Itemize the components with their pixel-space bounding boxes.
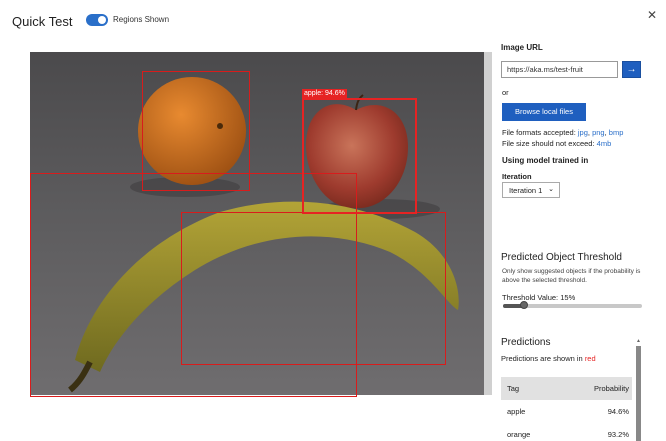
cell-probability: 93.2% bbox=[607, 430, 629, 439]
close-icon[interactable]: ✕ bbox=[647, 9, 657, 21]
threshold-heading: Predicted Object Threshold bbox=[501, 252, 622, 263]
regions-toggle-label: Regions Shown bbox=[113, 15, 170, 24]
column-header-probability: Probability bbox=[593, 384, 629, 393]
regions-toggle[interactable] bbox=[86, 14, 108, 26]
or-text: or bbox=[502, 88, 509, 97]
threshold-description-2: above the selected threshold. bbox=[502, 277, 587, 284]
format-bmp[interactable]: bmp bbox=[609, 128, 624, 137]
chevron-down-icon: ⌄ bbox=[548, 186, 554, 193]
threshold-value-label: Threshold Value: 15% bbox=[502, 293, 576, 302]
predictions-scroll-thumb[interactable] bbox=[636, 346, 641, 441]
image-url-label: Image URL bbox=[501, 43, 543, 52]
detection-label-apple: apple: 94.6% bbox=[302, 89, 347, 98]
threshold-slider-thumb[interactable] bbox=[519, 301, 528, 309]
model-label: Using model trained in bbox=[502, 156, 589, 165]
table-row: apple 94.6% bbox=[501, 400, 632, 423]
column-header-tag: Tag bbox=[507, 384, 520, 393]
predictions-heading: Predictions bbox=[501, 337, 551, 348]
predictions-note-text: Predictions are shown in bbox=[501, 354, 583, 363]
cell-tag: orange bbox=[507, 430, 531, 439]
image-url-input[interactable] bbox=[501, 61, 618, 78]
detection-box-banana-small bbox=[181, 212, 446, 365]
file-formats-prefix: File formats accepted: bbox=[502, 128, 576, 137]
format-png[interactable]: png bbox=[592, 128, 605, 137]
file-formats-text: File formats accepted: jpg, png, bmp bbox=[502, 128, 624, 137]
submit-url-button[interactable]: → bbox=[622, 61, 641, 78]
format-jpg[interactable]: jpg bbox=[578, 128, 588, 137]
predictions-scrollbar[interactable]: ▲ bbox=[636, 338, 641, 441]
table-header: Tag Probability bbox=[501, 377, 632, 400]
file-size-value: 4mb bbox=[596, 139, 612, 148]
iteration-select-value: Iteration 1 bbox=[509, 186, 543, 195]
cell-tag: apple bbox=[507, 407, 526, 416]
iteration-label: Iteration bbox=[502, 172, 532, 181]
cell-probability: 94.6% bbox=[607, 407, 629, 416]
toggle-knob bbox=[98, 16, 106, 24]
browse-local-files-button[interactable]: Browse local files bbox=[502, 103, 586, 121]
iteration-select[interactable]: Iteration 1 ⌄ bbox=[502, 182, 560, 198]
predictions-table: Tag Probability apple 94.6% orange 93.2% bbox=[501, 377, 632, 441]
file-size-prefix: File size should not exceed: bbox=[502, 139, 595, 148]
table-row: orange 93.2% bbox=[501, 423, 632, 441]
page-title: Quick Test bbox=[12, 14, 73, 29]
threshold-slider[interactable] bbox=[503, 301, 642, 309]
file-size-text: File size should not exceed: 4mb bbox=[502, 139, 611, 148]
detection-box-apple bbox=[302, 98, 417, 214]
scroll-up-icon[interactable]: ▲ bbox=[636, 338, 641, 344]
predictions-note: Predictions are shown in red bbox=[501, 354, 596, 363]
arrow-right-icon: → bbox=[626, 64, 637, 75]
predictions-note-color: red bbox=[584, 354, 596, 363]
threshold-description-1: Only show suggested objects if the proba… bbox=[502, 268, 641, 275]
image-scrollbar[interactable] bbox=[484, 52, 492, 395]
